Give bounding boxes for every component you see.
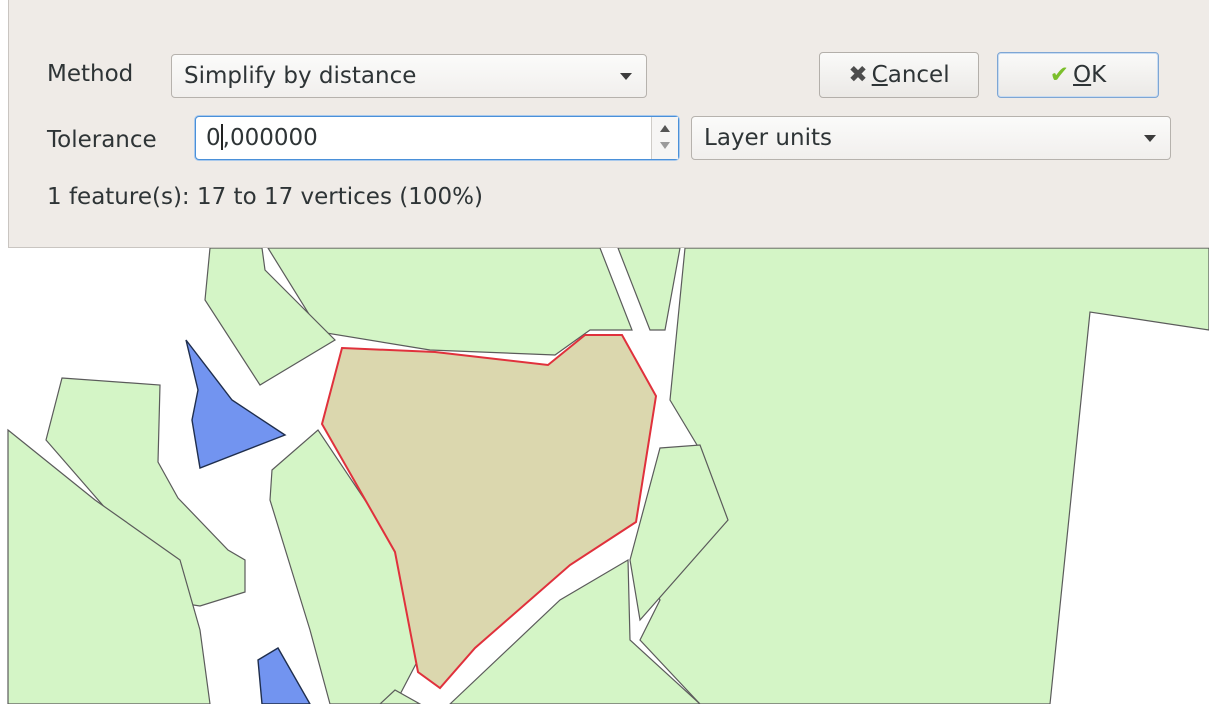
method-combo-value: Simplify by distance xyxy=(184,63,417,89)
tolerance-label: Tolerance xyxy=(47,127,157,153)
tolerance-value-start: 0 xyxy=(206,125,221,151)
simplify-dialog-panel: Method Simplify by distance ✖ Cancel ✔ OK … xyxy=(8,0,1209,248)
x-icon: ✖ xyxy=(848,62,868,88)
cancel-label: ancel xyxy=(887,62,950,88)
check-icon: ✔ xyxy=(1049,62,1070,88)
chevron-down-icon xyxy=(620,73,632,80)
tolerance-spinbox[interactable]: 0,000000 xyxy=(195,116,679,160)
spin-up-icon[interactable] xyxy=(660,125,670,132)
spin-down-icon[interactable] xyxy=(660,142,670,149)
chevron-down-icon xyxy=(1144,135,1156,142)
cancel-mnemonic: C xyxy=(871,62,888,88)
ok-button[interactable]: ✔ OK xyxy=(997,52,1159,98)
cancel-button[interactable]: ✖ Cancel xyxy=(819,52,979,98)
ok-mnemonic: O xyxy=(1073,62,1092,88)
units-combo-value: Layer units xyxy=(704,125,832,151)
method-label: Method xyxy=(47,61,134,87)
status-text: 1 feature(s): 17 to 17 vertices (100%) xyxy=(47,184,483,210)
tolerance-value-rest: ,000000 xyxy=(222,125,318,151)
spin-buttons xyxy=(651,117,678,159)
ok-label: K xyxy=(1091,62,1107,88)
method-combo[interactable]: Simplify by distance xyxy=(171,54,647,98)
units-combo[interactable]: Layer units xyxy=(691,116,1171,160)
